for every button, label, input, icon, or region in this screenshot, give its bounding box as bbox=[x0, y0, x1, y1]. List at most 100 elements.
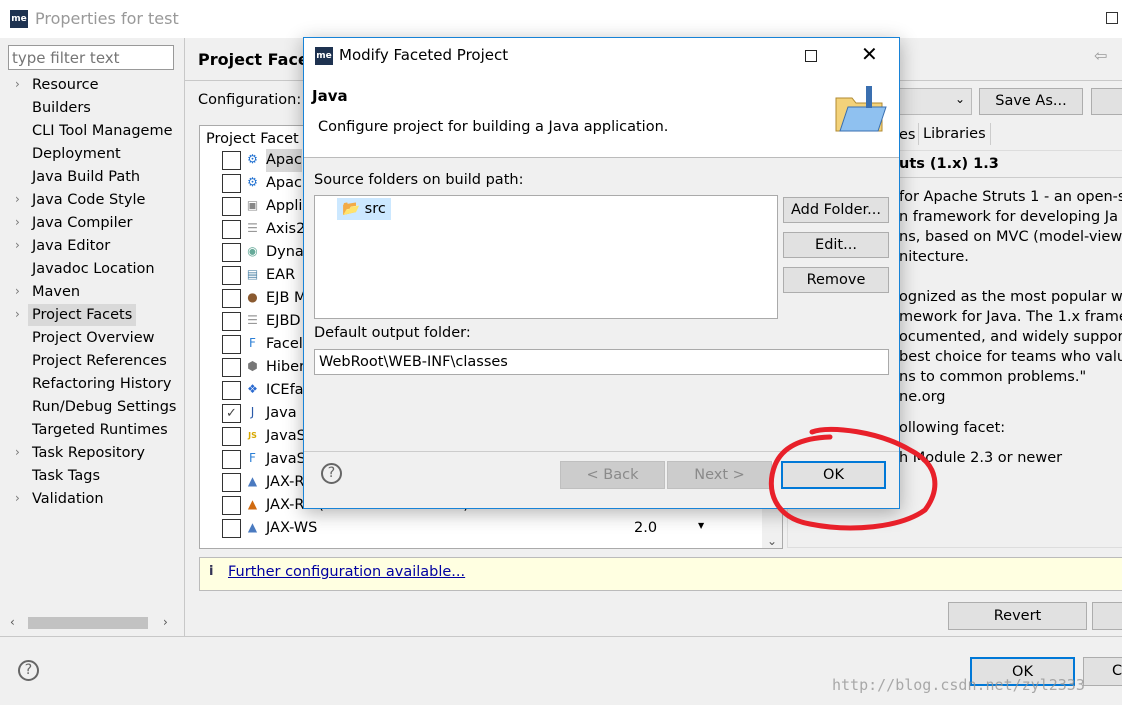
expand-chevron-icon[interactable]: › bbox=[15, 491, 20, 505]
facet-version: 2.0 bbox=[634, 520, 658, 536]
facet-checkbox[interactable] bbox=[222, 266, 241, 285]
scroll-right-icon[interactable]: › bbox=[163, 615, 168, 629]
remove-button[interactable]: Remove bbox=[783, 267, 889, 293]
apply-button[interactable] bbox=[1092, 602, 1122, 630]
facet-name: Apac bbox=[266, 175, 302, 191]
further-configuration-link[interactable]: Further configuration available... bbox=[228, 564, 465, 580]
facet-checkbox[interactable] bbox=[222, 220, 241, 239]
expand-chevron-icon[interactable]: › bbox=[15, 77, 20, 91]
sidebar-item[interactable]: Java Editor bbox=[32, 235, 110, 257]
sidebar-scrollbar[interactable]: ‹ › bbox=[8, 613, 174, 633]
sidebar-item[interactable]: Java Compiler bbox=[32, 212, 133, 234]
dialog-close-button[interactable]: ✕ bbox=[861, 42, 878, 66]
ejb-icon: ● bbox=[247, 290, 258, 304]
sidebar-item[interactable]: Javadoc Location bbox=[32, 258, 155, 280]
facet-checkbox[interactable] bbox=[222, 243, 241, 262]
facet-checkbox[interactable] bbox=[222, 289, 241, 308]
facet-name: Appli bbox=[266, 198, 303, 214]
hib-icon: ⬢ bbox=[247, 359, 258, 373]
facet-checkbox[interactable] bbox=[222, 473, 241, 492]
tab-libraries[interactable]: Libraries bbox=[918, 123, 991, 145]
dialog-titlebar: me Modify Faceted Project ✕ bbox=[304, 38, 899, 74]
sidebar-item[interactable]: Java Build Path bbox=[32, 166, 140, 188]
delete-button[interactable] bbox=[1091, 88, 1122, 115]
f-icon: F bbox=[249, 336, 256, 350]
facet-checkbox[interactable] bbox=[222, 335, 241, 354]
facet-checkbox[interactable] bbox=[222, 427, 241, 446]
facet-checkbox[interactable] bbox=[222, 197, 241, 216]
sidebar-item[interactable]: Project Facets bbox=[28, 304, 137, 326]
sidebar-item[interactable]: Deployment bbox=[32, 143, 121, 165]
expand-chevron-icon[interactable]: › bbox=[15, 192, 20, 206]
sidebar-item[interactable]: CLI Tool Manageme bbox=[32, 120, 173, 142]
back-button[interactable]: < Back bbox=[560, 461, 665, 489]
source-folders-list[interactable]: 📂 src bbox=[314, 195, 778, 319]
detail-line: ns, based on MVC (model-view bbox=[899, 229, 1122, 245]
next-button[interactable]: Next > bbox=[667, 461, 772, 489]
version-dropdown-icon[interactable]: ▼ bbox=[698, 521, 704, 530]
facet-row[interactable]: ▲ JAX-WS 2.0 ▼ bbox=[222, 517, 782, 540]
add-folder-button[interactable]: Add Folder... bbox=[783, 197, 889, 223]
dialog-description: Configure project for building a Java ap… bbox=[318, 119, 669, 135]
maximize-button[interactable] bbox=[1106, 12, 1118, 24]
sidebar-item[interactable]: Maven bbox=[32, 281, 80, 303]
sidebar-item[interactable]: Task Repository bbox=[32, 442, 145, 464]
dialog-logo: me bbox=[315, 47, 333, 65]
sidebar-item[interactable]: Targeted Runtimes bbox=[32, 419, 168, 441]
sidebar-item[interactable]: Resource bbox=[32, 74, 99, 96]
sidebar-item[interactable]: Task Tags bbox=[32, 465, 100, 487]
source-folder-item[interactable]: 📂 src bbox=[337, 198, 391, 220]
watermark: http://blog.csdn.net/zyl2333 bbox=[832, 676, 1085, 694]
facet-name: EJB M bbox=[266, 290, 307, 306]
facet-checkbox[interactable] bbox=[222, 381, 241, 400]
source-folder-name: src bbox=[364, 201, 386, 217]
facet-name: Dyna bbox=[266, 244, 304, 260]
help-icon[interactable]: ? bbox=[18, 660, 39, 681]
scroll-thumb[interactable] bbox=[28, 617, 148, 629]
facet-checkbox[interactable] bbox=[222, 312, 241, 331]
sidebar-item[interactable]: Project References bbox=[32, 350, 167, 372]
detail-title: uts (1.x) 1.3 bbox=[899, 156, 999, 172]
detail-separator bbox=[899, 177, 1122, 178]
dialog-maximize-button[interactable] bbox=[805, 50, 817, 62]
sidebar-item[interactable]: Refactoring History bbox=[32, 373, 171, 395]
output-folder-label: Default output folder: bbox=[314, 325, 471, 341]
package-folder-icon: 📂 bbox=[342, 201, 361, 217]
facet-checkbox[interactable] bbox=[222, 496, 241, 515]
facet-checkbox[interactable] bbox=[222, 358, 241, 377]
filter-input[interactable] bbox=[8, 45, 174, 70]
sidebar-item[interactable]: Validation bbox=[32, 488, 104, 510]
expand-chevron-icon[interactable]: › bbox=[15, 307, 20, 321]
facet-name: Java bbox=[266, 405, 297, 421]
expand-chevron-icon[interactable]: › bbox=[15, 284, 20, 298]
app-logo: me bbox=[10, 10, 28, 28]
facet-column-header[interactable]: Project Facet bbox=[206, 128, 299, 150]
sidebar-item[interactable]: Java Code Style bbox=[32, 189, 145, 211]
nav-back-icon[interactable]: ⇦ bbox=[1094, 46, 1107, 65]
facet-name: EAR bbox=[266, 267, 296, 283]
facet-name: JAX-R bbox=[266, 474, 305, 490]
facet-checkbox[interactable] bbox=[222, 151, 241, 170]
revert-button[interactable]: Revert bbox=[948, 602, 1087, 630]
expand-chevron-icon[interactable]: › bbox=[15, 445, 20, 459]
facet-checkbox[interactable] bbox=[222, 450, 241, 469]
expand-chevron-icon[interactable]: › bbox=[15, 215, 20, 229]
output-folder-input[interactable]: WebRoot\WEB-INF\classes bbox=[314, 349, 889, 375]
doc-icon: ☰ bbox=[247, 221, 258, 235]
cancel-button[interactable]: C bbox=[1083, 657, 1122, 686]
scroll-left-icon[interactable]: ‹ bbox=[10, 615, 15, 629]
edit-button[interactable]: Edit... bbox=[783, 232, 889, 258]
expand-chevron-icon[interactable]: › bbox=[15, 238, 20, 252]
facet-checkbox[interactable]: ✓ bbox=[222, 404, 241, 423]
tab-details[interactable]: es bbox=[899, 124, 915, 146]
dialog-help-icon[interactable]: ? bbox=[321, 463, 342, 484]
sidebar-item[interactable]: Project Overview bbox=[32, 327, 155, 349]
facet-checkbox[interactable] bbox=[222, 519, 241, 538]
info-icon: i bbox=[209, 564, 214, 579]
save-as-button[interactable]: Save As... bbox=[979, 88, 1083, 115]
facet-checkbox[interactable] bbox=[222, 174, 241, 193]
sidebar-item[interactable]: Builders bbox=[32, 97, 91, 119]
doc-icon: ☰ bbox=[247, 313, 258, 327]
sidebar-item[interactable]: Run/Debug Settings bbox=[32, 396, 176, 418]
facet-name: Hiber bbox=[266, 359, 306, 375]
